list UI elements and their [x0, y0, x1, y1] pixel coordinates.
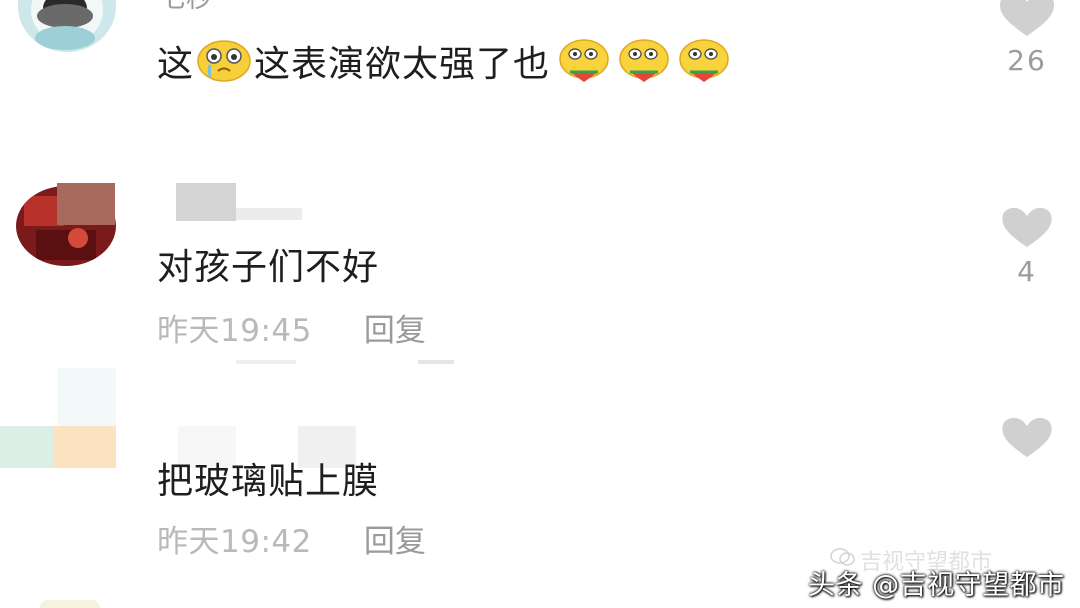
like-button[interactable] [996, 417, 1058, 465]
like-count: 4 [1017, 255, 1037, 288]
watermelon-eating-emoji [554, 38, 614, 91]
watermelon-eating-emoji [674, 38, 734, 91]
comment-text: 把玻璃贴上膜 [157, 461, 380, 502]
comment-time: 昨天19:42 [157, 524, 312, 560]
username-mosaic [176, 183, 236, 221]
heart-icon [1002, 207, 1052, 248]
username-blur [236, 208, 302, 220]
watermelon-eating-emoji [614, 38, 674, 91]
avatar-mosaic [54, 426, 116, 468]
toutiao-watermark: 头条 @吉视守望都市 [808, 570, 1065, 601]
comment-meta: 昨天19:42 回复 [157, 527, 426, 558]
avatar[interactable] [18, 0, 116, 52]
comment-text: 对孩子们不好 [157, 247, 380, 288]
like-button[interactable]: 4 [996, 207, 1058, 288]
comment-time: 昨天19:45 [157, 313, 312, 349]
heart-icon [1000, 0, 1054, 36]
heart-icon [1002, 417, 1052, 458]
comment-text-part: 这表演欲太强了也 [254, 43, 551, 85]
next-avatar-peek [40, 600, 100, 608]
comment-meta: 昨天19:45 回复 [157, 316, 426, 347]
reply-button[interactable]: 回复 [364, 316, 426, 347]
comment-text: 这 这表演欲太强了也 [157, 38, 734, 91]
avatar-mosaic [0, 426, 54, 468]
username[interactable]: 七秒 [160, 0, 212, 12]
like-count: 26 [1007, 44, 1047, 77]
divider-blur [236, 360, 296, 364]
like-button[interactable]: 26 [996, 0, 1058, 77]
reply-button[interactable]: 回复 [364, 527, 426, 558]
avatar-mosaic [58, 368, 116, 428]
teary-face-emoji [196, 39, 252, 90]
comment-text-part: 这 [157, 43, 195, 85]
avatar-mosaic [57, 183, 115, 225]
divider-blur [418, 360, 454, 364]
comment-list-screen: 七秒 这 这表演欲太强了也 [0, 0, 1080, 608]
